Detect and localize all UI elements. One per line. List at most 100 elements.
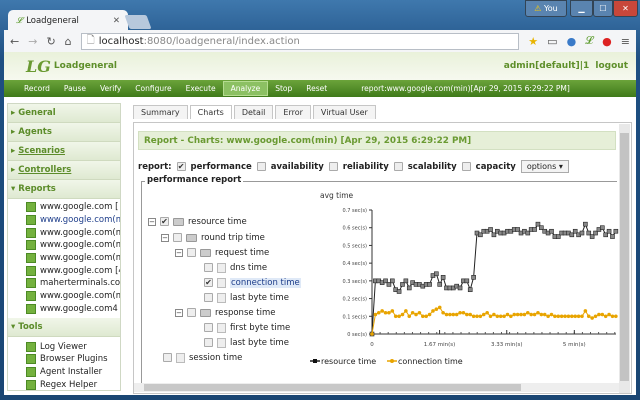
browser-tab[interactable]: 𝓛 Loadgeneral ✕: [8, 10, 128, 31]
tab-summary[interactable]: Summary: [133, 105, 188, 119]
nav-pause[interactable]: Pause: [57, 82, 93, 95]
data-point: [613, 228, 619, 234]
y-tick-label: 0.1 sec(s): [343, 314, 368, 320]
tree-checkbox[interactable]: [204, 263, 213, 272]
report-icon: [26, 253, 36, 264]
tool-agent-installer[interactable]: Agent Installer: [8, 366, 120, 379]
tree-checkbox[interactable]: [163, 353, 172, 362]
forward-icon[interactable]: →: [28, 35, 37, 48]
nav-analyze[interactable]: Analyze: [222, 81, 269, 96]
nav-record[interactable]: Record: [17, 82, 57, 95]
nav-configure[interactable]: Configure: [128, 82, 178, 95]
report-item[interactable]: www.google.com(m: [8, 290, 120, 303]
capacity-checkbox[interactable]: [461, 162, 471, 171]
tool-regex-helper[interactable]: Regex Helper: [8, 378, 120, 391]
collapse-icon[interactable]: −: [161, 233, 169, 242]
collapse-icon[interactable]: −: [175, 308, 183, 317]
data-point: [390, 309, 395, 313]
tree-node-connection-time[interactable]: ✔ connection time: [204, 275, 301, 290]
report-item[interactable]: maherterminals.co: [8, 277, 120, 290]
tree-node-last-byte-time-2[interactable]: last byte time: [204, 335, 289, 350]
data-point: [610, 234, 615, 239]
tool-log-viewer[interactable]: Log Viewer: [8, 340, 120, 353]
reload-icon[interactable]: ↻: [46, 35, 55, 48]
report-item[interactable]: www.google.com4: [8, 303, 120, 316]
nav-execute[interactable]: Execute: [179, 82, 223, 95]
report-item[interactable]: www.google.com(m: [8, 226, 120, 239]
report-item[interactable]: www.google.com(m: [8, 239, 120, 252]
sidebar-general[interactable]: ▸ General: [8, 104, 120, 123]
y-tick-label: 0.7 sec(s): [343, 208, 368, 214]
tab-error[interactable]: Error: [275, 105, 311, 119]
nav-stop[interactable]: Stop: [268, 82, 299, 95]
sidebar-reports[interactable]: ▾ Reports: [8, 180, 120, 199]
vertical-scroll-thumb[interactable]: [620, 133, 629, 381]
tree-checkbox[interactable]: [187, 308, 196, 317]
nav-verify[interactable]: Verify: [93, 82, 128, 95]
tree-checkbox[interactable]: [204, 293, 213, 302]
tab-virtual-user[interactable]: Virtual User: [312, 105, 376, 119]
address-bar[interactable]: 🗋 localhost:8080/loadgeneral/index.action: [80, 32, 520, 50]
sidebar-scenarios[interactable]: ▸ Scenarios: [8, 142, 120, 161]
tree-node-response-time[interactable]: − response time: [175, 305, 276, 320]
tree-checkbox[interactable]: [173, 233, 182, 242]
report-item[interactable]: www.google.com(m: [8, 252, 120, 265]
sidebar-agents[interactable]: ▸ Agents: [8, 123, 120, 142]
report-item[interactable]: www.google.com [: [8, 201, 120, 214]
tree-node-resource-time[interactable]: − ✔ resource time: [148, 214, 247, 229]
report-item[interactable]: www.google.com(m: [8, 214, 120, 227]
close-tab-icon[interactable]: ✕: [113, 16, 120, 26]
tree-checkbox[interactable]: [204, 338, 213, 347]
home-icon[interactable]: ⌂: [65, 35, 72, 48]
back-icon[interactable]: ←: [10, 35, 19, 48]
logout-link[interactable]: logout: [595, 61, 628, 71]
minimize-button[interactable]: ▁: [570, 0, 593, 17]
tree-checkbox[interactable]: [204, 323, 213, 332]
tree-checkbox[interactable]: ✔: [160, 217, 169, 226]
data-point: [448, 312, 452, 317]
report-item[interactable]: www.google.com [4: [8, 264, 120, 277]
sidebar-controllers[interactable]: ▸ Controllers: [8, 161, 120, 180]
new-tab-button[interactable]: [124, 15, 152, 29]
section-label: Scenarios: [18, 146, 65, 156]
maximize-button[interactable]: ☐: [593, 0, 613, 17]
tab-detail[interactable]: Detail: [233, 105, 274, 119]
report-icon: [26, 202, 36, 213]
cast-icon[interactable]: ▭: [547, 35, 557, 48]
data-point: [522, 312, 527, 317]
current-report-info: report:www.google.com(min)[Apr 29, 2015 …: [361, 84, 570, 93]
tree-checkbox[interactable]: ✔: [204, 278, 213, 287]
tree-node-request-time[interactable]: − request time: [175, 245, 269, 260]
tool-browser-plugins[interactable]: Browser Plugins: [8, 353, 120, 366]
tree-node-last-byte-time[interactable]: last byte time: [204, 290, 289, 305]
x-tick-label: 5 min(s): [563, 342, 586, 348]
tree-node-session-time[interactable]: session time: [163, 350, 242, 365]
scalability-checkbox[interactable]: [393, 162, 403, 171]
tree-node-dns-time[interactable]: dns time: [204, 260, 267, 275]
user-badge[interactable]: ⚠ You: [525, 0, 567, 17]
nav-reset[interactable]: Reset: [299, 82, 334, 95]
close-window-button[interactable]: ✕: [613, 0, 638, 17]
reliability-checkbox[interactable]: [328, 162, 338, 171]
loadgeneral-extension-icon[interactable]: 𝓛: [585, 34, 593, 48]
tree-node-round-trip-time[interactable]: − round trip time: [161, 230, 265, 245]
tab-charts[interactable]: Charts: [189, 105, 232, 119]
globe-icon[interactable]: ●: [567, 35, 577, 48]
horizontal-scroll-thumb[interactable]: [144, 384, 521, 391]
performance-checkbox[interactable]: ✔: [176, 162, 186, 171]
options-dropdown[interactable]: options ▾: [520, 160, 569, 173]
availability-checkbox[interactable]: [256, 162, 266, 171]
record-extension-icon[interactable]: ●: [602, 35, 612, 48]
collapse-icon[interactable]: −: [148, 217, 156, 226]
tool-label: Log Viewer: [40, 341, 87, 352]
collapse-icon[interactable]: −: [175, 248, 183, 257]
tree-label: dns time: [230, 262, 268, 273]
tree-node-first-byte-time[interactable]: first byte time: [204, 320, 290, 335]
tree-checkbox[interactable]: [187, 248, 196, 257]
url-host: localhost: [98, 35, 144, 47]
menu-icon[interactable]: ≡: [621, 35, 630, 48]
folder-icon: [200, 248, 211, 257]
star-icon[interactable]: ★: [528, 35, 538, 48]
sidebar-tools[interactable]: ▾ Tools: [8, 318, 120, 338]
data-point: [457, 285, 463, 291]
